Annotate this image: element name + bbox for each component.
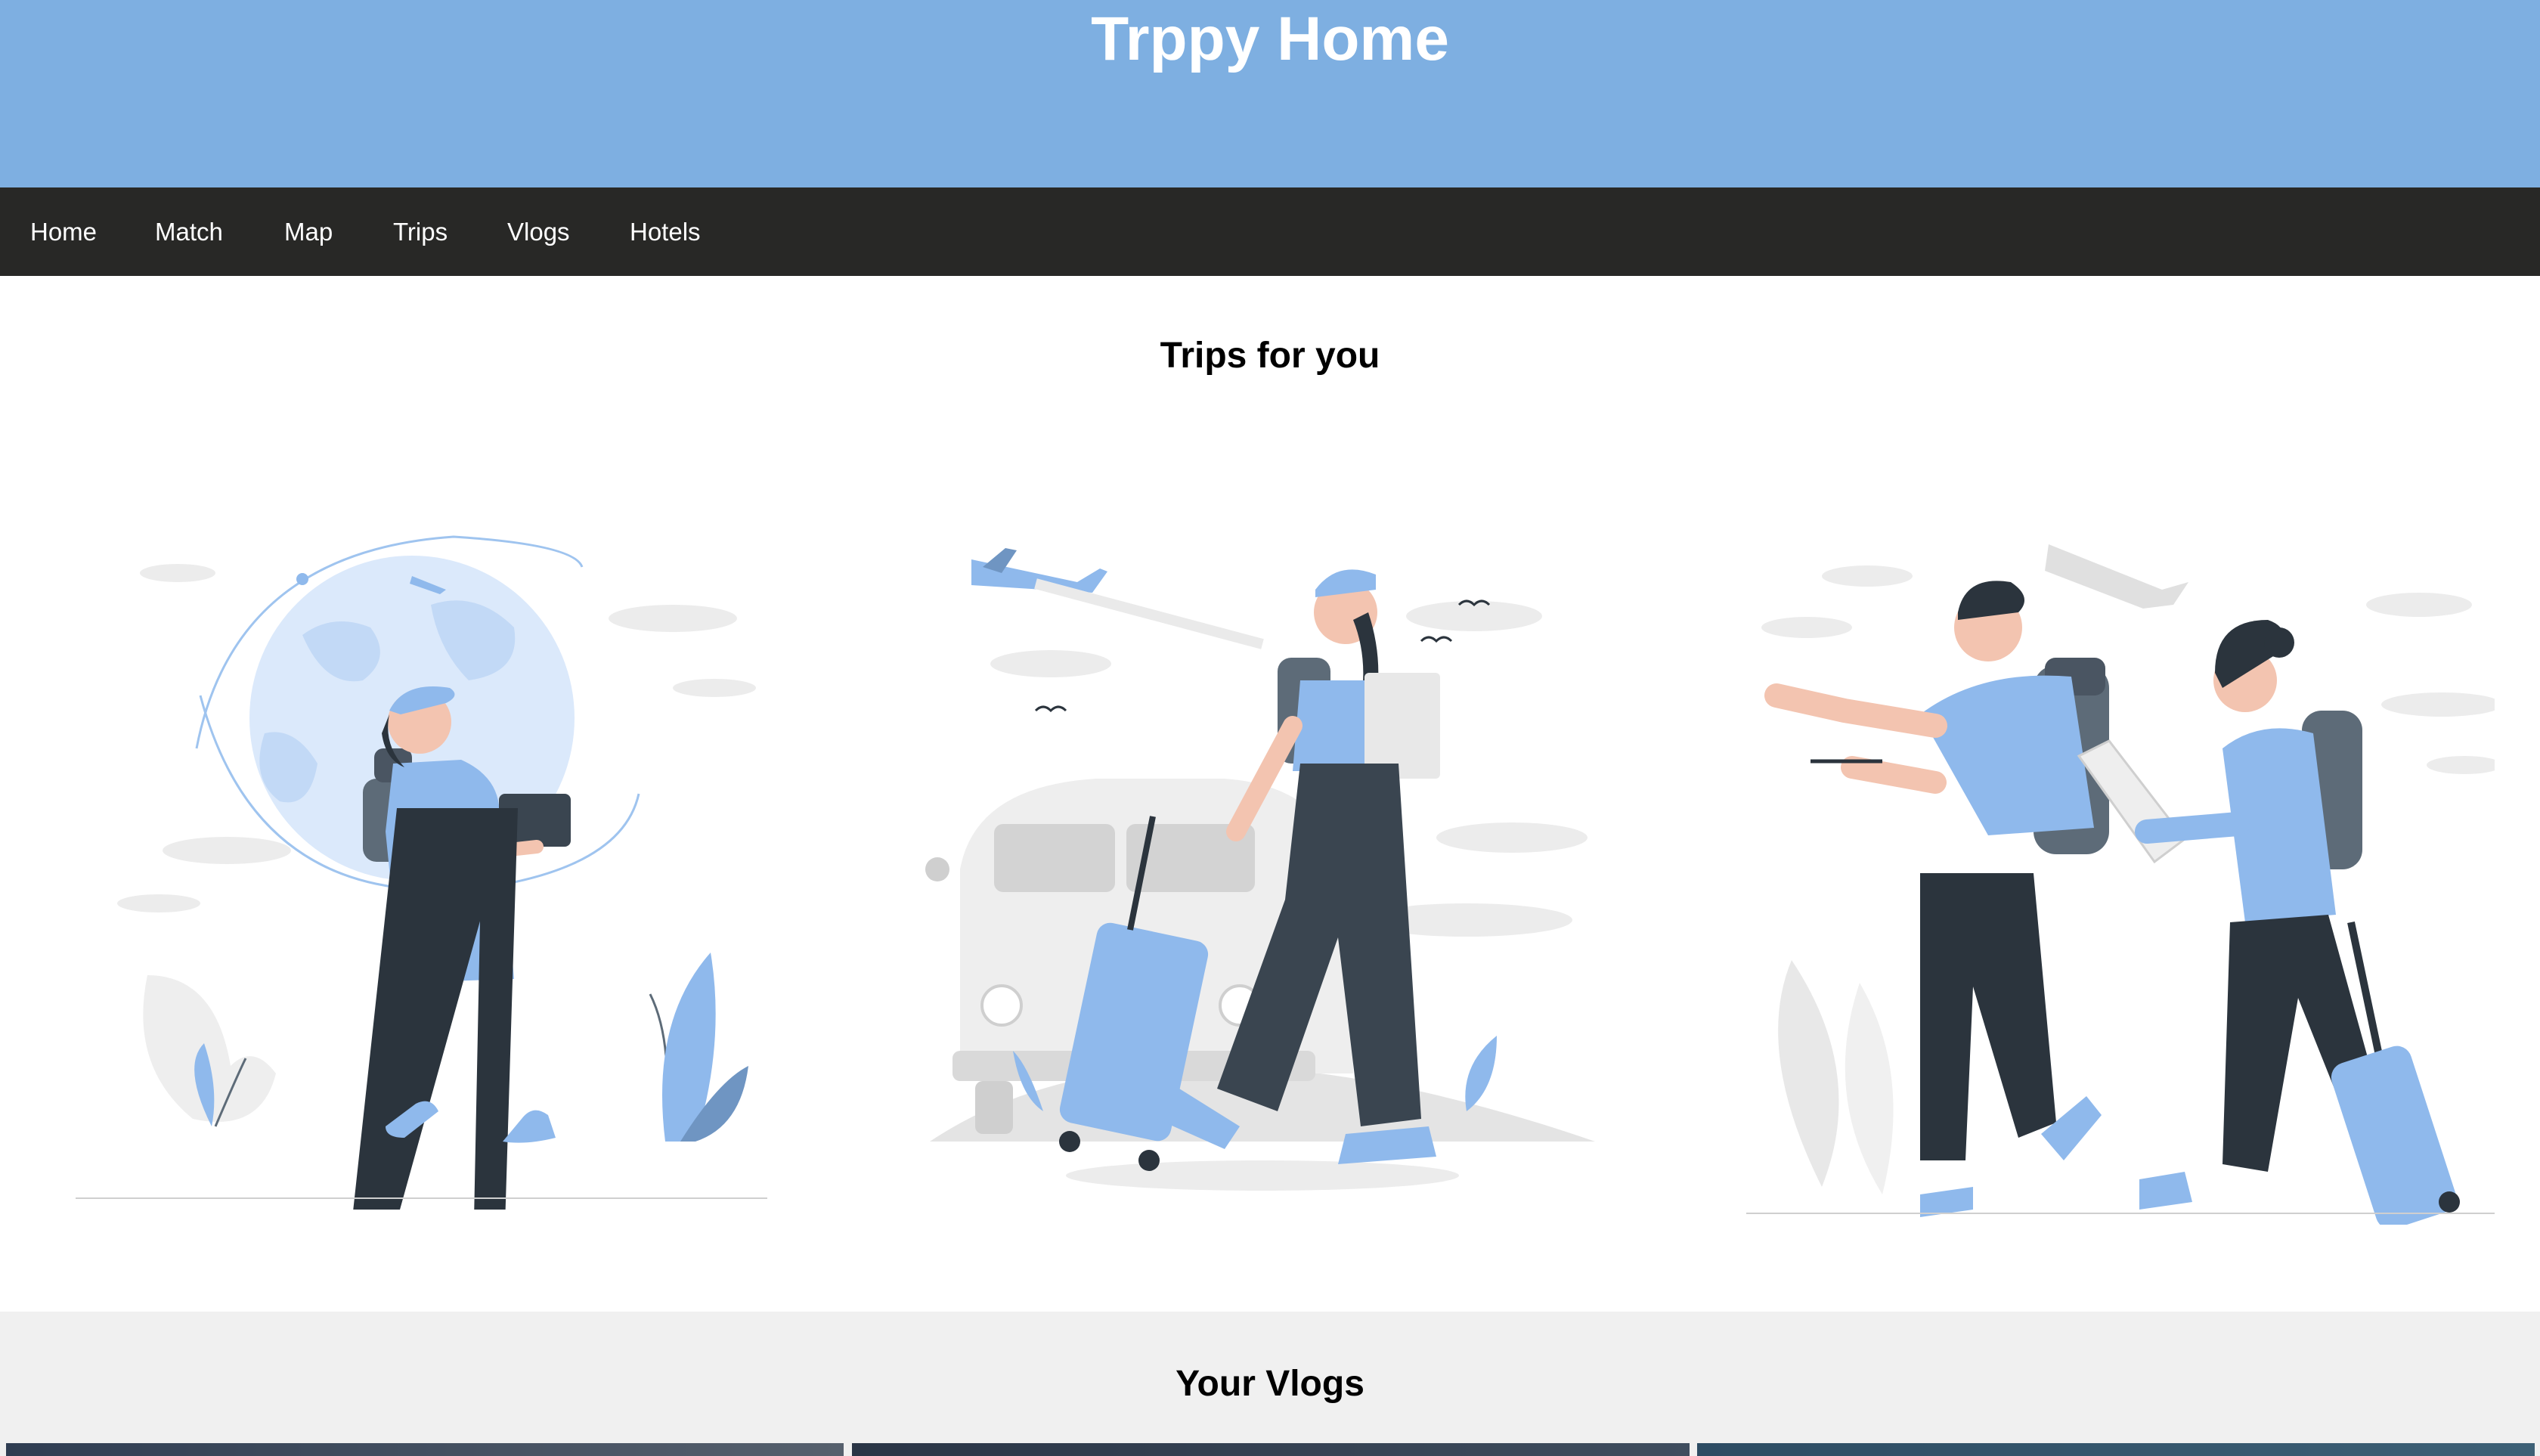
nav-bar: Home Match Map Trips Vlogs Hotels: [0, 187, 2540, 276]
nav-item-vlogs[interactable]: Vlogs: [507, 187, 570, 276]
site-title: Trppy Home: [1091, 5, 1449, 73]
vlogs-section: Your Vlogs: [0, 1312, 2540, 1456]
vlog-thumbnail-3[interactable]: [1697, 1443, 2535, 1456]
nav-item-match[interactable]: Match: [155, 187, 223, 276]
trip-card-2[interactable]: [922, 529, 1618, 1194]
vlogs-section-title: Your Vlogs: [1176, 1364, 1364, 1404]
traveler-with-suitcase-and-van-illustration: [925, 548, 1595, 1191]
trips-section-title: Trips for you: [1160, 336, 1380, 376]
nav-item-hotels[interactable]: Hotels: [630, 187, 701, 276]
trip-card-1[interactable]: [76, 507, 771, 1210]
vlog-thumbnail-2[interactable]: [852, 1443, 1690, 1456]
nav-item-map[interactable]: Map: [284, 187, 333, 276]
vlog-thumbnail-1[interactable]: [6, 1443, 844, 1456]
header-banner: Trppy Home: [0, 0, 2540, 187]
nav-item-home[interactable]: Home: [30, 187, 97, 276]
traveler-with-laptop-illustration: [76, 535, 767, 1210]
nav-item-trips[interactable]: Trips: [393, 187, 448, 276]
couple-travelers-with-map-illustration: [1746, 544, 2495, 1225]
trip-card-3[interactable]: [1746, 529, 2495, 1225]
